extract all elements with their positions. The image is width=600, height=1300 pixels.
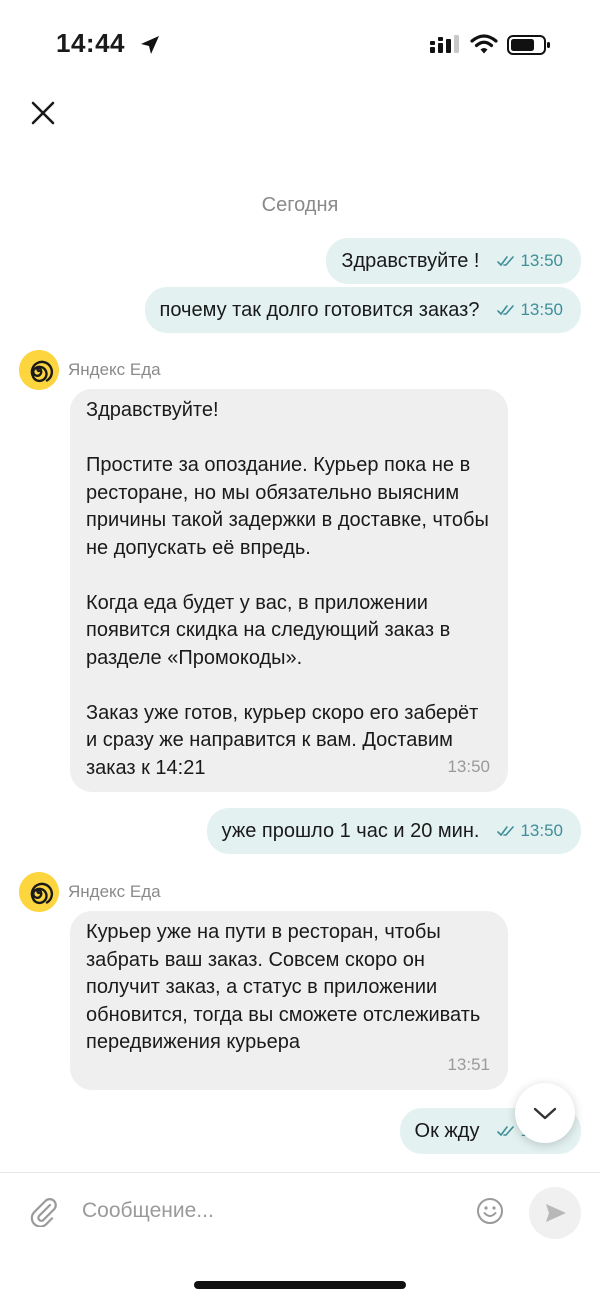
message-meta: 13:50 <box>497 821 563 841</box>
message-time: 13:50 <box>520 821 563 840</box>
chevron-down-icon <box>533 1107 557 1120</box>
double-check-icon <box>497 305 515 316</box>
outgoing-message[interactable]: Здравствуйте ! 13:50 <box>326 238 581 284</box>
message-time: 13:50 <box>520 251 563 270</box>
paperclip-icon[interactable] <box>28 1195 58 1227</box>
send-button[interactable] <box>529 1187 581 1239</box>
outgoing-message[interactable]: почему так долго готовится заказ? 13:50 <box>144 287 581 333</box>
home-indicator <box>194 1281 406 1289</box>
message-paragraph: Когда еда будет у вас, в приложении появ… <box>86 591 451 669</box>
status-bar: 14:44 <box>0 0 600 90</box>
message-time: 13:50 <box>447 756 490 776</box>
double-check-icon <box>497 256 515 267</box>
scroll-down-button[interactable] <box>515 1083 575 1143</box>
message-paragraph: Курьер уже на пути в ресторан, чтобы заб… <box>86 921 481 1053</box>
message-text: уже прошло 1 час и 20 мин. <box>221 819 480 842</box>
day-separator: Сегодня <box>261 194 339 216</box>
incoming-message[interactable]: Курьер уже на пути в ресторан, чтобы заб… <box>70 911 508 1090</box>
incoming-message[interactable]: Здравствуйте! Простите за опоздание. Кур… <box>70 389 508 792</box>
yandex-eda-logo-icon <box>19 872 59 912</box>
message-text: Ок жду <box>414 1119 480 1142</box>
message-text: почему так долго готовится заказ? <box>159 298 480 321</box>
double-check-icon <box>497 826 515 837</box>
message-meta: 13:50 <box>497 251 563 271</box>
message-paragraph: Заказ уже готов, курьер скоро его заберё… <box>86 701 479 779</box>
wifi-icon <box>470 34 498 54</box>
message-text: Здравствуйте ! <box>341 249 480 272</box>
message-composer <box>0 1172 600 1300</box>
sender-name: Яндекс Еда <box>68 882 161 901</box>
message-meta: 13:50 <box>497 300 563 320</box>
status-time: 14:44 <box>56 28 125 58</box>
close-icon[interactable] <box>26 96 60 130</box>
message-input[interactable] <box>82 1193 462 1229</box>
message-time: 13:50 <box>520 300 563 319</box>
message-time: 13:51 <box>447 1054 490 1074</box>
emoji-icon[interactable] <box>476 1197 504 1225</box>
outgoing-message[interactable]: уже прошло 1 час и 20 мин. 13:50 <box>206 808 581 854</box>
message-paragraph: Простите за опоздание. Курьер пока не в … <box>86 454 489 559</box>
sender-name: Яндекс Еда <box>68 360 161 379</box>
message-paragraph: Здравствуйте! <box>86 399 219 421</box>
battery-icon <box>507 35 550 55</box>
signal-icon <box>430 35 459 53</box>
yandex-eda-logo-icon <box>19 350 59 390</box>
send-icon <box>546 1204 566 1222</box>
location-arrow-icon <box>141 36 159 54</box>
double-check-icon <box>497 1126 515 1137</box>
